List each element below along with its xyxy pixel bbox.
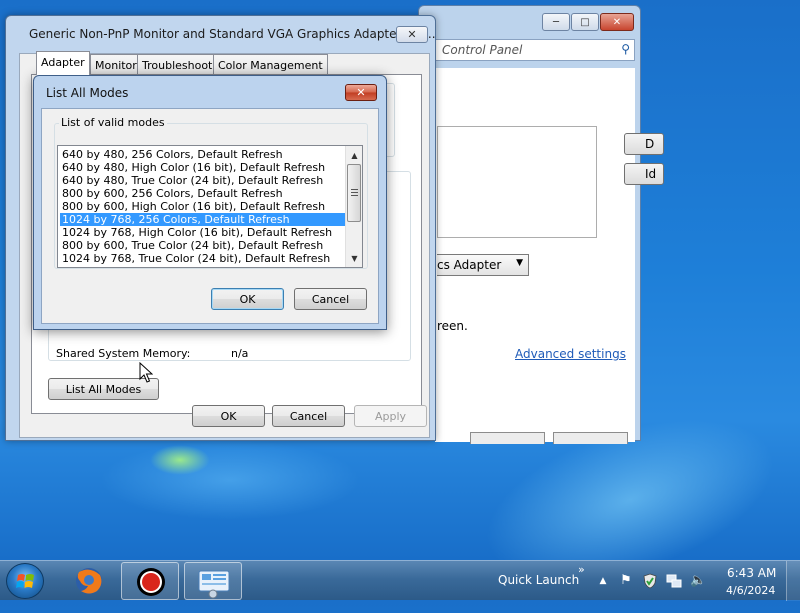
window-caption-buttons: ─ □ ✕ bbox=[542, 13, 634, 31]
maximize-button[interactable]: □ bbox=[571, 13, 599, 31]
grip-line bbox=[351, 189, 358, 190]
control-panel-window: ─ □ ✕ Control Panel ⚲ D Id cs Adapter ▼ … bbox=[418, 5, 664, 444]
ok-button[interactable]: OK bbox=[192, 405, 265, 427]
firefox-icon bbox=[76, 568, 102, 594]
recorder-taskbar-item[interactable] bbox=[121, 562, 179, 600]
address-text: Control Panel bbox=[442, 43, 523, 57]
minimize-icon: ─ bbox=[552, 16, 560, 28]
list-item[interactable]: 1024 by 768, High Color (16 bit), Defaul… bbox=[60, 226, 346, 239]
ok-button[interactable]: OK bbox=[211, 288, 284, 310]
shared-memory-value: n/a bbox=[231, 347, 249, 360]
taskbar: Quick Launch » ▲ ⚑ 🔈 6:43 AM 4/6/2024 bbox=[0, 560, 800, 601]
display-select[interactable]: cs Adapter ▼ bbox=[437, 254, 529, 276]
valid-modes-group: List of valid modes 640 by 480, 256 Colo… bbox=[54, 116, 368, 269]
start-button[interactable] bbox=[6, 563, 44, 599]
close-icon: ✕ bbox=[407, 28, 417, 41]
clock-time[interactable]: 6:43 AM bbox=[727, 566, 776, 580]
record-icon bbox=[137, 568, 165, 596]
close-button[interactable]: ✕ bbox=[345, 84, 377, 101]
desktop-glow bbox=[150, 445, 210, 475]
apply-button[interactable]: Apply bbox=[354, 405, 427, 427]
minimize-button[interactable]: ─ bbox=[542, 13, 570, 31]
monitor-preview-box bbox=[437, 126, 597, 238]
list-item[interactable]: 800 by 600, 256 Colors, Default Refresh bbox=[60, 187, 346, 200]
close-button[interactable]: ✕ bbox=[396, 26, 428, 43]
scroll-up-icon: ▲ bbox=[351, 150, 358, 160]
modes-listbox[interactable]: 640 by 480, 256 Colors, Default Refresh … bbox=[57, 145, 363, 268]
list-item[interactable]: 640 by 480, High Color (16 bit), Default… bbox=[60, 161, 346, 174]
close-icon: ✕ bbox=[612, 16, 622, 28]
mouse-cursor-icon bbox=[139, 362, 153, 383]
tab-troubleshoot[interactable]: Troubleshoot bbox=[137, 54, 218, 74]
partial-button[interactable] bbox=[470, 432, 545, 444]
cancel-button[interactable]: Cancel bbox=[272, 405, 345, 427]
dialog-title: List All Modes bbox=[46, 86, 129, 100]
close-icon: ✕ bbox=[356, 86, 366, 99]
firefox-taskbar-item[interactable] bbox=[60, 562, 118, 600]
control-panel-icon bbox=[198, 570, 230, 599]
chevron-right-icon[interactable]: » bbox=[578, 563, 585, 576]
chevron-down-icon: ▼ bbox=[516, 258, 523, 268]
shared-memory-label: Shared System Memory: bbox=[56, 347, 191, 360]
identify-button[interactable]: Id bbox=[624, 163, 664, 185]
volume-icon[interactable]: 🔈 bbox=[690, 573, 706, 589]
show-desktop-button[interactable] bbox=[786, 561, 800, 601]
vertical-scrollbar[interactable]: ▲ ▼ bbox=[345, 146, 362, 267]
list-item[interactable]: 1024 by 768, True Color (24 bit), Defaul… bbox=[60, 252, 346, 265]
tab-color-management[interactable]: Color Management bbox=[213, 54, 328, 74]
partial-text: reen. bbox=[437, 319, 468, 333]
close-button[interactable]: ✕ bbox=[600, 13, 634, 31]
cancel-button[interactable]: Cancel bbox=[294, 288, 367, 310]
maximize-icon: □ bbox=[580, 16, 590, 28]
scroll-down-button[interactable]: ▼ bbox=[347, 250, 362, 266]
desktop-glow bbox=[100, 440, 360, 520]
control-panel-content: D Id cs Adapter ▼ reen. Advanced setting… bbox=[435, 68, 664, 444]
list-item[interactable]: 640 by 480, True Color (24 bit), Default… bbox=[60, 174, 346, 187]
tab-monitor[interactable]: Monitor bbox=[90, 54, 142, 74]
security-shield-icon[interactable] bbox=[642, 573, 658, 589]
address-bar[interactable]: Control Panel ⚲ bbox=[435, 39, 635, 61]
scroll-down-icon: ▼ bbox=[351, 253, 358, 263]
grip-line bbox=[351, 192, 358, 193]
tray-show-hidden-icon[interactable]: ▲ bbox=[595, 573, 611, 589]
scroll-up-button[interactable]: ▲ bbox=[347, 147, 362, 163]
clock-date[interactable]: 4/6/2024 bbox=[726, 584, 775, 597]
list-item[interactable]: 640 by 480, 256 Colors, Default Refresh bbox=[60, 148, 346, 161]
dialog-title: Generic Non-PnP Monitor and Standard VGA… bbox=[29, 27, 436, 41]
display-settings-taskbar-item[interactable] bbox=[184, 562, 242, 600]
search-icon[interactable]: ⚲ bbox=[621, 42, 630, 56]
advanced-settings-link[interactable]: Advanced settings bbox=[515, 347, 626, 361]
action-center-flag-icon[interactable]: ⚑ bbox=[618, 573, 634, 589]
tab-adapter[interactable]: Adapter bbox=[36, 51, 90, 75]
display-select-value: cs Adapter bbox=[437, 258, 502, 272]
network-icon[interactable] bbox=[666, 573, 682, 589]
grip-line bbox=[351, 195, 358, 196]
list-item[interactable]: 800 by 600, High Color (16 bit), Default… bbox=[60, 200, 346, 213]
group-label: List of valid modes bbox=[59, 116, 167, 129]
list-all-modes-dialog: List All Modes ✕ List of valid modes 640… bbox=[33, 75, 387, 330]
list-item[interactable]: 1024 by 768, 256 Colors, Default Refresh bbox=[60, 213, 346, 226]
windows-logo-icon bbox=[16, 574, 34, 588]
dialog-body: List of valid modes 640 by 480, 256 Colo… bbox=[41, 108, 379, 324]
detect-button[interactable]: D bbox=[624, 133, 664, 155]
quick-launch-label[interactable]: Quick Launch bbox=[498, 573, 579, 587]
scrollbar-thumb[interactable] bbox=[347, 164, 361, 222]
partial-button[interactable] bbox=[553, 432, 628, 444]
list-item[interactable]: 800 by 600, True Color (24 bit), Default… bbox=[60, 239, 346, 252]
